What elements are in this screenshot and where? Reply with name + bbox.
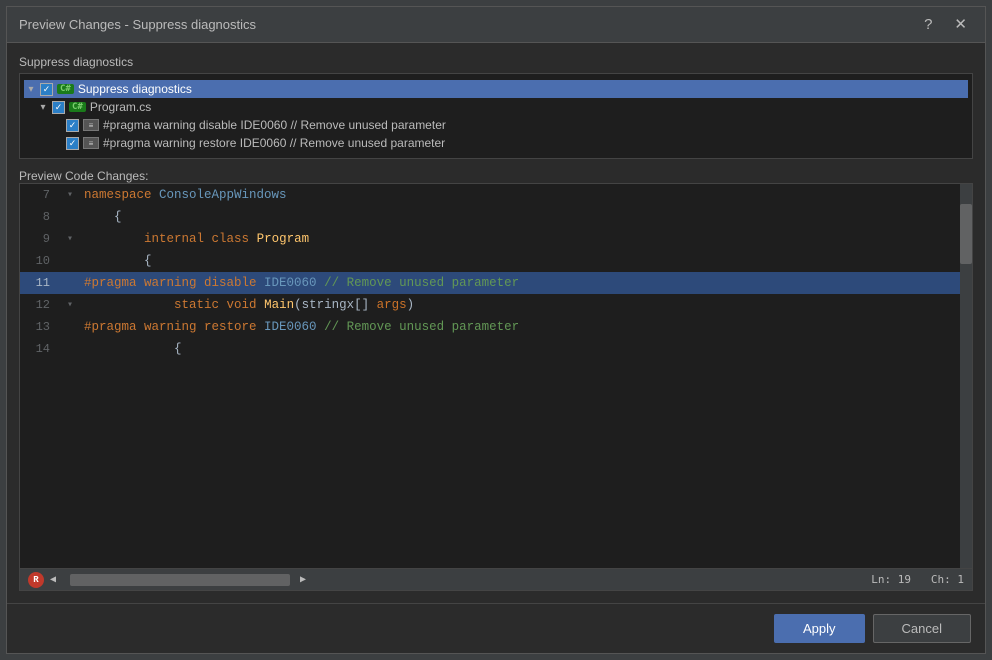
code-lines: 7 ▾ namespace ConsoleAppWindows 8 { (20, 184, 960, 568)
tree-root-checkbox[interactable] (40, 83, 53, 96)
line-code-10: { (80, 254, 960, 268)
close-button[interactable]: ✕ (948, 15, 973, 34)
line-code-13: #pragma warning restore IDE0060 // Remov… (80, 320, 960, 334)
tree-pragma-restore-label: #pragma warning restore IDE0060 // Remov… (103, 136, 445, 150)
csharp-badge-file: C# (69, 102, 86, 112)
tree-arrow-root: ▾ (26, 84, 36, 95)
dialog-body: Suppress diagnostics ▾ C# Suppress diagn… (7, 43, 985, 603)
code-line-9: 9 ▾ internal class Program (20, 228, 960, 250)
title-bar-actions: ? ✕ (918, 15, 973, 34)
tree-pragma-disable-checkbox[interactable] (66, 119, 79, 132)
scroll-right-arrow[interactable]: ▶ (300, 574, 306, 586)
line-num-11: 11 (20, 276, 60, 290)
fold-arrow-7[interactable]: ▾ (67, 189, 73, 201)
statusbar-left: R ◀ ▶ (28, 572, 306, 588)
fold-arrow-9[interactable]: ▾ (67, 233, 73, 245)
tree-pragma-disable-label: #pragma warning disable IDE0060 // Remov… (103, 118, 446, 132)
tree-pragma-restore-item[interactable]: ≡ #pragma warning restore IDE0060 // Rem… (24, 134, 968, 152)
apply-button[interactable]: Apply (774, 614, 865, 643)
rider-logo: R (28, 572, 44, 588)
vertical-scrollbar[interactable] (960, 184, 972, 568)
line-indicator: Ln: 19 (871, 573, 911, 586)
code-scroll-area: 7 ▾ namespace ConsoleAppWindows 8 { (20, 184, 972, 568)
pragma-restore-icon: ≡ (83, 137, 99, 149)
line-gutter-7: ▾ (60, 189, 80, 201)
line-num-10: 10 (20, 254, 60, 268)
tree-pragma-restore-checkbox[interactable] (66, 137, 79, 150)
tree-arrow-programcs: ▾ (38, 102, 48, 113)
help-button[interactable]: ? (918, 15, 938, 34)
line-code-12: static void Main(stringx[] args) (80, 298, 960, 312)
tree-section-label: Suppress diagnostics (19, 55, 973, 69)
tree-pragma-disable-item[interactable]: ≡ #pragma warning disable IDE0060 // Rem… (24, 116, 968, 134)
scroll-left-arrow[interactable]: ◀ (50, 574, 56, 586)
tree-panel[interactable]: ▾ C# Suppress diagnostics ▾ C# Program.c… (19, 73, 973, 159)
code-line-10: 10 { (20, 250, 960, 272)
dialog-footer: Apply Cancel (7, 603, 985, 653)
title-bar: Preview Changes - Suppress diagnostics ?… (7, 7, 985, 43)
line-gutter-9: ▾ (60, 233, 80, 245)
line-num-13: 13 (20, 320, 60, 334)
code-line-7: 7 ▾ namespace ConsoleAppWindows (20, 184, 960, 206)
line-num-14: 14 (20, 342, 60, 356)
line-code-7: namespace ConsoleAppWindows (80, 188, 960, 202)
line-num-7: 7 (20, 188, 60, 202)
fold-arrow-12[interactable]: ▾ (67, 299, 73, 311)
code-line-12: 12 ▾ static void Main(stringx[] args) (20, 294, 960, 316)
pragma-disable-icon: ≡ (83, 119, 99, 131)
tree-programcs-label: Program.cs (90, 100, 151, 114)
csharp-badge-root: C# (57, 84, 74, 94)
dialog-title: Preview Changes - Suppress diagnostics (19, 17, 256, 32)
tree-root-item[interactable]: ▾ C# Suppress diagnostics (24, 80, 968, 98)
preview-label: Preview Code Changes: (19, 169, 973, 183)
line-code-11: #pragma warning disable IDE0060 // Remov… (80, 276, 960, 290)
line-num-12: 12 (20, 298, 60, 312)
scrollbar-thumb-h[interactable] (70, 574, 290, 586)
line-num-9: 9 (20, 232, 60, 246)
code-line-13: 13 #pragma warning restore IDE0060 // Re… (20, 316, 960, 338)
code-statusbar: R ◀ ▶ Ln: 19 Ch: 1 (20, 568, 972, 590)
preview-section: Preview Code Changes: 7 ▾ namespace Cons… (19, 169, 973, 591)
line-gutter-12: ▾ (60, 299, 80, 311)
line-code-14: { (80, 342, 960, 356)
dialog: Preview Changes - Suppress diagnostics ?… (6, 6, 986, 654)
line-code-9: internal class Program (80, 232, 960, 246)
line-code-8: { (80, 210, 960, 224)
statusbar-position: Ln: 19 Ch: 1 (871, 573, 964, 586)
tree-programcs-checkbox[interactable] (52, 101, 65, 114)
tree-root-label: Suppress diagnostics (78, 82, 192, 96)
tree-programcs-item[interactable]: ▾ C# Program.cs (24, 98, 968, 116)
horizontal-scrollbar[interactable] (66, 574, 290, 586)
code-line-8: 8 { (20, 206, 960, 228)
line-num-8: 8 (20, 210, 60, 224)
code-line-11: 11 #pragma warning disable IDE0060 // Re… (20, 272, 960, 294)
code-panel[interactable]: 7 ▾ namespace ConsoleAppWindows 8 { (19, 183, 973, 591)
tree-section: Suppress diagnostics ▾ C# Suppress diagn… (19, 55, 973, 159)
scrollbar-thumb-v[interactable] (960, 204, 972, 264)
code-line-14: 14 { (20, 338, 960, 360)
col-indicator: Ch: 1 (931, 573, 964, 586)
cancel-button[interactable]: Cancel (873, 614, 971, 643)
